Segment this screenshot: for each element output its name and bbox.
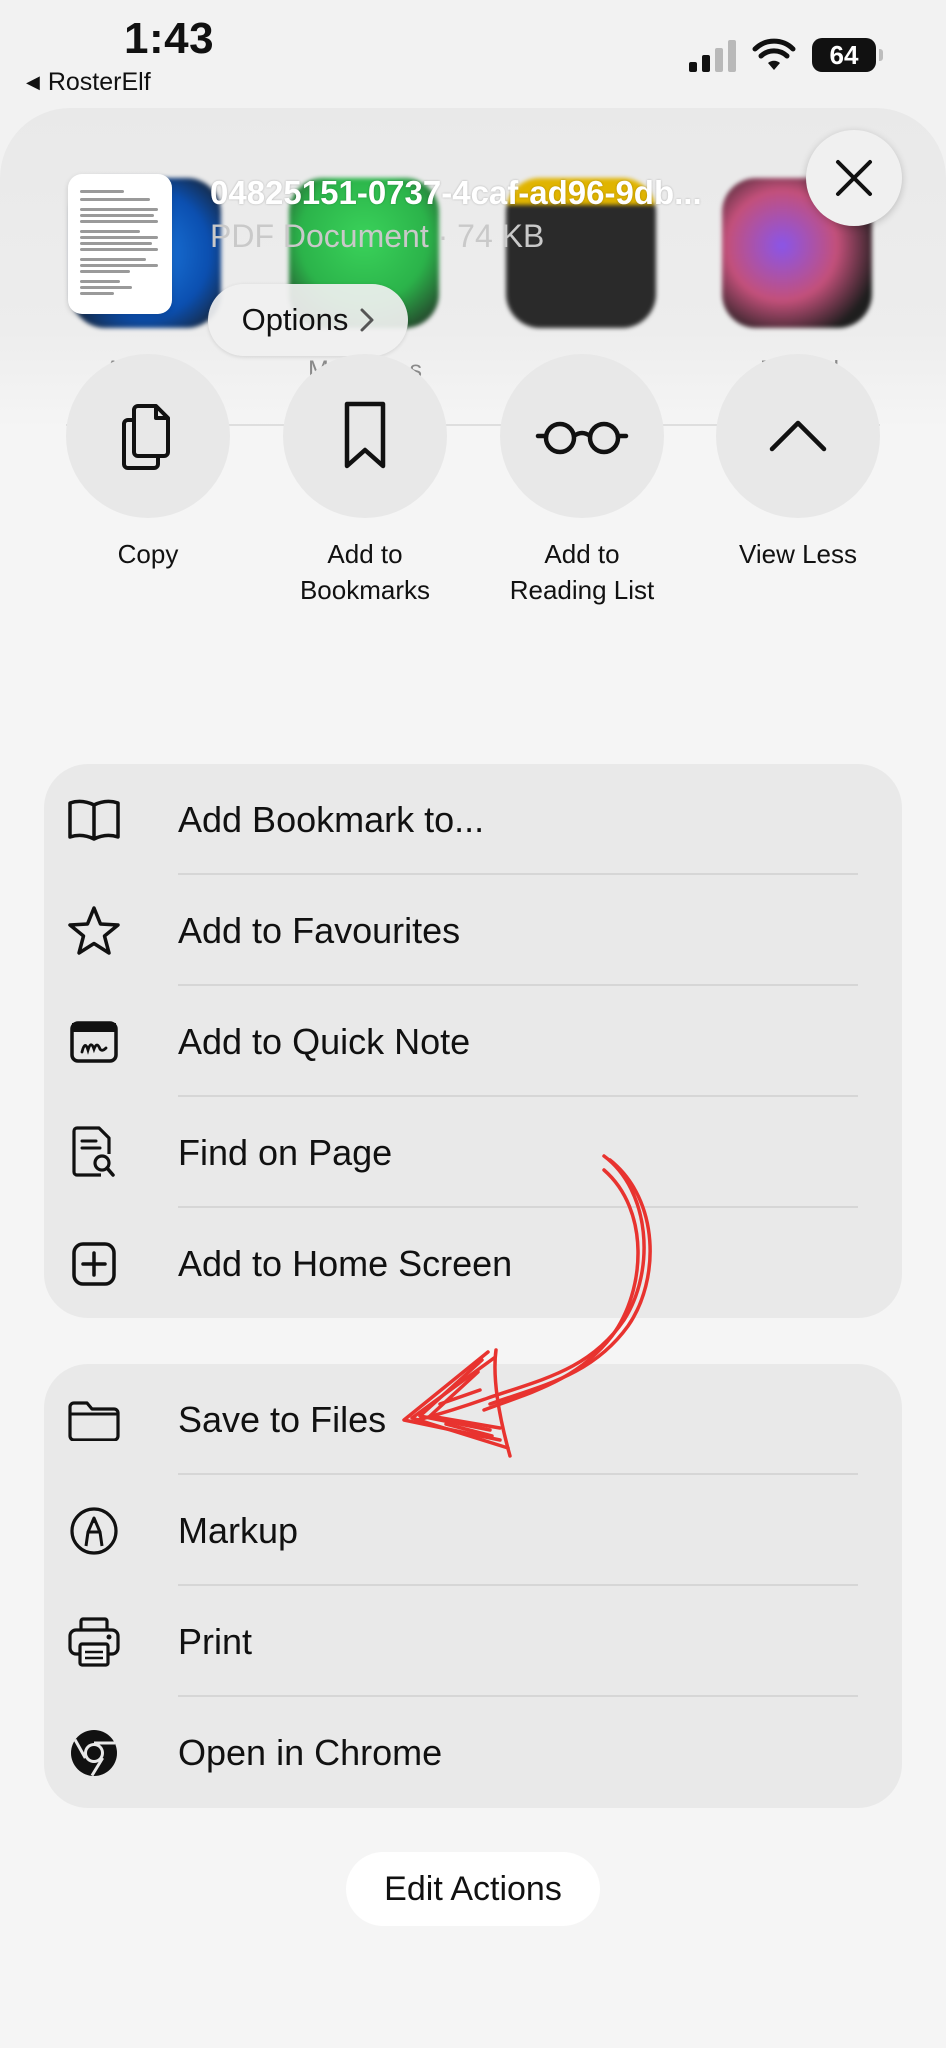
find-page-icon (64, 1123, 124, 1183)
quick-note-icon (64, 1012, 124, 1072)
chrome-icon (64, 1723, 124, 1783)
copy-icon (122, 404, 170, 470)
action-add-bookmark-to[interactable]: Add Bookmark to... (44, 764, 902, 875)
action-label: Open in Chrome (178, 1731, 443, 1773)
quick-action-reading-list[interactable]: Add to Reading List (484, 354, 680, 608)
quick-action-label: Copy (117, 539, 179, 569)
quick-action-view-less[interactable]: View Less (700, 354, 896, 572)
action-label: Add to Home Screen (178, 1242, 513, 1284)
back-triangle-icon: ◀ (26, 72, 40, 92)
action-find-on-page[interactable]: Find on Page (44, 1097, 902, 1208)
action-label: Add to Favourites (178, 909, 461, 951)
action-add-to-home-screen[interactable]: Add to Home Screen (44, 1208, 902, 1319)
action-label: Find on Page (178, 1131, 393, 1173)
quick-action-label: View Less (738, 539, 858, 569)
status-time: 1:43 (124, 14, 215, 63)
status-bar: 1:43 ◀ RosterElf 64 (0, 0, 946, 105)
quick-action-copy[interactable]: Copy (50, 354, 246, 572)
action-label: Markup (178, 1509, 299, 1551)
action-label: Add Bookmark to... (178, 798, 485, 840)
quick-action-add-bookmarks[interactable]: Add to Bookmarks (267, 354, 463, 608)
action-markup[interactable]: Markup (44, 1475, 902, 1586)
close-button[interactable] (806, 130, 902, 226)
star-icon (64, 901, 124, 961)
back-app-label: RosterElf (47, 68, 151, 96)
quick-action-label: Add to Reading List (509, 539, 655, 605)
markup-icon (64, 1501, 124, 1561)
edit-actions-button[interactable]: Edit Actions (346, 1852, 600, 1926)
edit-actions-label: Edit Actions (384, 1869, 562, 1908)
bookmark-icon (344, 401, 386, 469)
chevron-right-icon (360, 308, 374, 332)
file-name: 04825151-0737-4caf-ad96-9db... (210, 174, 702, 211)
file-meta: PDF Document · 74 KB (210, 218, 545, 254)
action-add-to-quick-note[interactable]: Add to Quick Note (44, 986, 902, 1097)
add-square-icon (64, 1234, 124, 1294)
actions-group-2: Save to Files Markup Print Open in Chrom… (44, 1364, 902, 1808)
back-to-app-link[interactable]: ◀ RosterElf (26, 68, 151, 97)
action-save-to-files[interactable]: Save to Files (44, 1364, 902, 1475)
options-button[interactable]: Options (208, 284, 408, 356)
options-label: Options (241, 302, 349, 337)
glasses-icon (535, 421, 629, 455)
book-icon (64, 790, 124, 850)
action-label: Print (178, 1620, 253, 1662)
battery-level: 64 (829, 39, 859, 70)
close-icon (836, 160, 872, 196)
cellular-signal-icon (689, 38, 736, 72)
action-print[interactable]: Print (44, 1586, 902, 1697)
chevron-up-icon (769, 420, 827, 452)
action-open-in-chrome[interactable]: Open in Chrome (44, 1697, 902, 1808)
pdf-thumbnail (68, 174, 172, 314)
action-label: Add to Quick Note (178, 1020, 471, 1062)
folder-icon (64, 1390, 124, 1450)
printer-icon (64, 1612, 124, 1672)
actions-group-1: Add Bookmark to... Add to Favourites Add… (44, 764, 902, 1318)
action-add-to-favourites[interactable]: Add to Favourites (44, 875, 902, 986)
wifi-icon (752, 38, 796, 70)
action-label: Save to Files (178, 1398, 387, 1440)
battery-icon: 64 (812, 38, 883, 72)
quick-action-label: Add to Bookmarks (299, 539, 431, 605)
